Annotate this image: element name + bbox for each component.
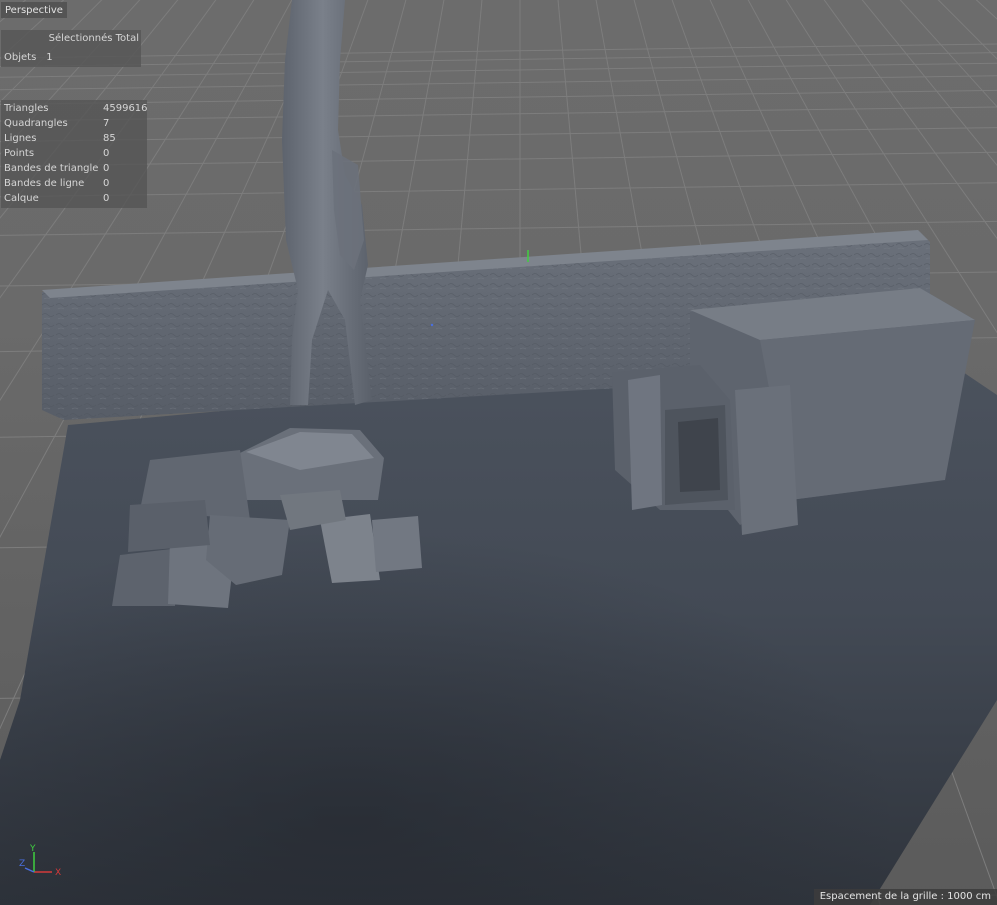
stat-label: Bandes de triangle: [4, 163, 99, 174]
stat-label: Quadrangles: [4, 118, 68, 129]
stat-value: 0: [103, 148, 110, 159]
stat-label: Lignes: [4, 133, 37, 144]
geometry-stats-panel: Triangles 4599616 Quadrangles 7 Lignes 8…: [1, 100, 148, 208]
grid-spacing-status: Espacement de la grille : 1000 cm: [813, 889, 997, 905]
axis-x-label: X: [55, 868, 61, 878]
axis-y-label: Y: [29, 844, 36, 854]
axis-z-label: Z: [19, 859, 25, 869]
stat-label: Bandes de ligne: [4, 178, 85, 189]
stat-label: Triangles: [4, 103, 49, 114]
objects-row-label: Objets: [4, 52, 37, 63]
stat-value: 0: [103, 163, 110, 174]
stat-label: Points: [4, 148, 35, 159]
objects-info-panel: Sélectionnés Total Objets 1: [1, 30, 141, 67]
stat-value: 0: [103, 193, 110, 204]
objects-panel-header: Sélectionnés Total: [48, 33, 139, 44]
world-center-marker: [430, 323, 434, 327]
stat-value: 0: [103, 178, 110, 189]
stat-value: 4599616: [103, 103, 148, 114]
axis-z-line: [24, 867, 35, 873]
stat-label: Calque: [4, 193, 39, 204]
objects-row-value: 1: [46, 52, 53, 63]
stat-value: 7: [103, 118, 110, 129]
axis-gizmo-icon: X Y Z: [19, 844, 61, 878]
viewport-camera-label[interactable]: Perspective: [1, 2, 67, 18]
viewport-scene[interactable]: [0, 0, 997, 905]
objects-row: Objets 1: [4, 50, 53, 65]
stat-value: 85: [103, 133, 116, 144]
3d-viewport[interactable]: Perspective Sélectionnés Total Objets 1 T…: [0, 0, 997, 905]
